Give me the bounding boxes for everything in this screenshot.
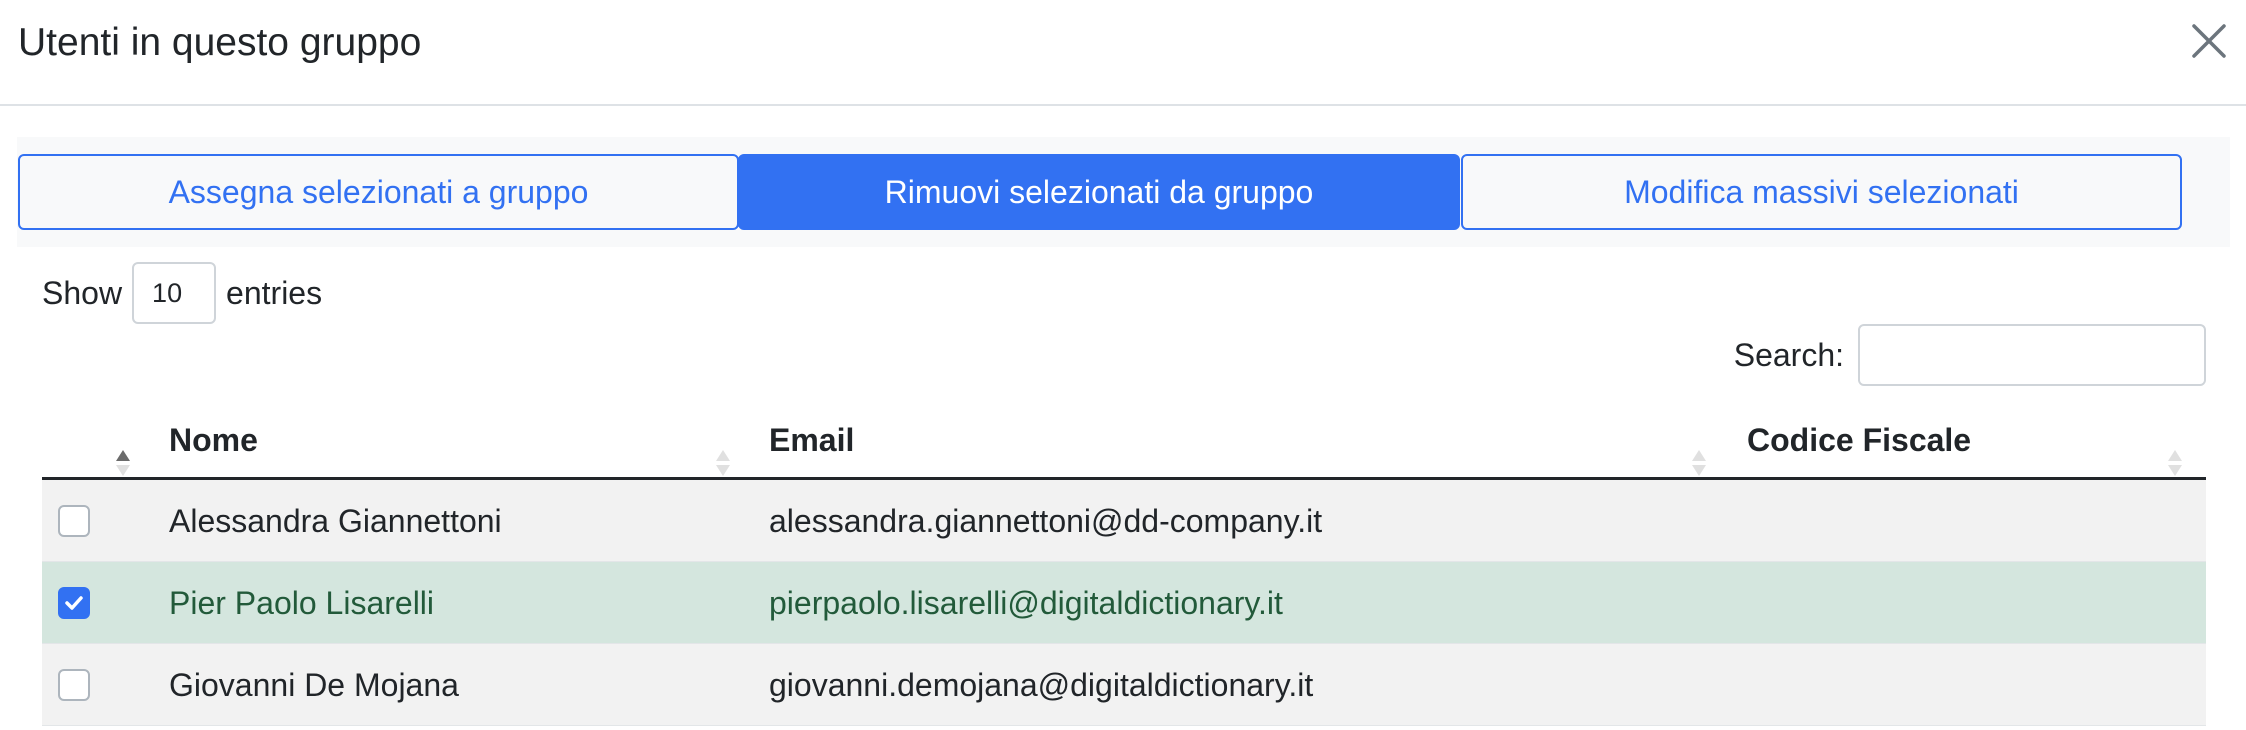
bulk-edit-selected-button[interactable]: Modifica massivi selezionati <box>1461 154 2182 230</box>
action-button-bar: Assegna selezionati a gruppo Rimuovi sel… <box>17 137 2230 247</box>
cell-nome: Giovanni De Mojana <box>169 666 459 703</box>
length-suffix: entries <box>226 274 323 311</box>
sort-arrows-icon[interactable] <box>714 446 732 480</box>
remove-selected-button[interactable]: Rimuovi selezionati da gruppo <box>738 154 1460 230</box>
table-row[interactable]: Pier Paolo Lisarelli pierpaolo.lisarelli… <box>42 562 2206 644</box>
modal-header: Utenti in questo gruppo <box>0 0 2246 106</box>
search-control: Search: <box>1734 324 2206 386</box>
search-label: Search: <box>1733 336 1844 373</box>
check-icon <box>65 596 83 610</box>
table-header: Nome Email Codice Fiscale <box>42 400 2206 480</box>
row-checkbox[interactable] <box>58 669 90 701</box>
entries-length-control: Show 10 entries <box>42 262 322 324</box>
length-prefix: Show <box>42 274 123 311</box>
modal-title: Utenti in questo gruppo <box>18 21 422 64</box>
table-row[interactable]: Giovanni De Mojana giovanni.demojana@dig… <box>42 644 2206 726</box>
assign-selected-button[interactable]: Assegna selezionati a gruppo <box>18 154 739 230</box>
cell-email: pierpaolo.lisarelli@digitaldictionary.it <box>769 584 1283 621</box>
cell-email: alessandra.giannettoni@dd-company.it <box>769 502 1323 539</box>
close-icon <box>2192 24 2226 58</box>
close-button[interactable] <box>2184 16 2234 66</box>
row-checkbox[interactable] <box>58 505 90 537</box>
entries-select[interactable]: 10 <box>132 262 217 324</box>
sort-arrows-icon[interactable] <box>2166 446 2184 480</box>
cell-nome: Alessandra Giannettoni <box>169 502 502 539</box>
cell-nome: Pier Paolo Lisarelli <box>169 584 435 621</box>
sort-arrows-icon[interactable] <box>1690 446 1708 480</box>
column-header-codice-fiscale[interactable]: Codice Fiscale <box>1747 400 2187 480</box>
search-input[interactable] <box>1858 324 2206 386</box>
sort-arrows-icon[interactable] <box>114 446 132 480</box>
row-checkbox[interactable] <box>58 587 90 619</box>
column-header-email[interactable]: Email <box>769 400 1709 480</box>
cell-email: giovanni.demojana@digitaldictionary.it <box>769 666 1314 703</box>
users-table: Nome Email Codice Fiscale Alessandra Gia… <box>42 400 2206 726</box>
column-header-nome[interactable]: Nome <box>169 400 729 480</box>
table-row[interactable]: Alessandra Giannettoni alessandra.gianne… <box>42 480 2206 562</box>
